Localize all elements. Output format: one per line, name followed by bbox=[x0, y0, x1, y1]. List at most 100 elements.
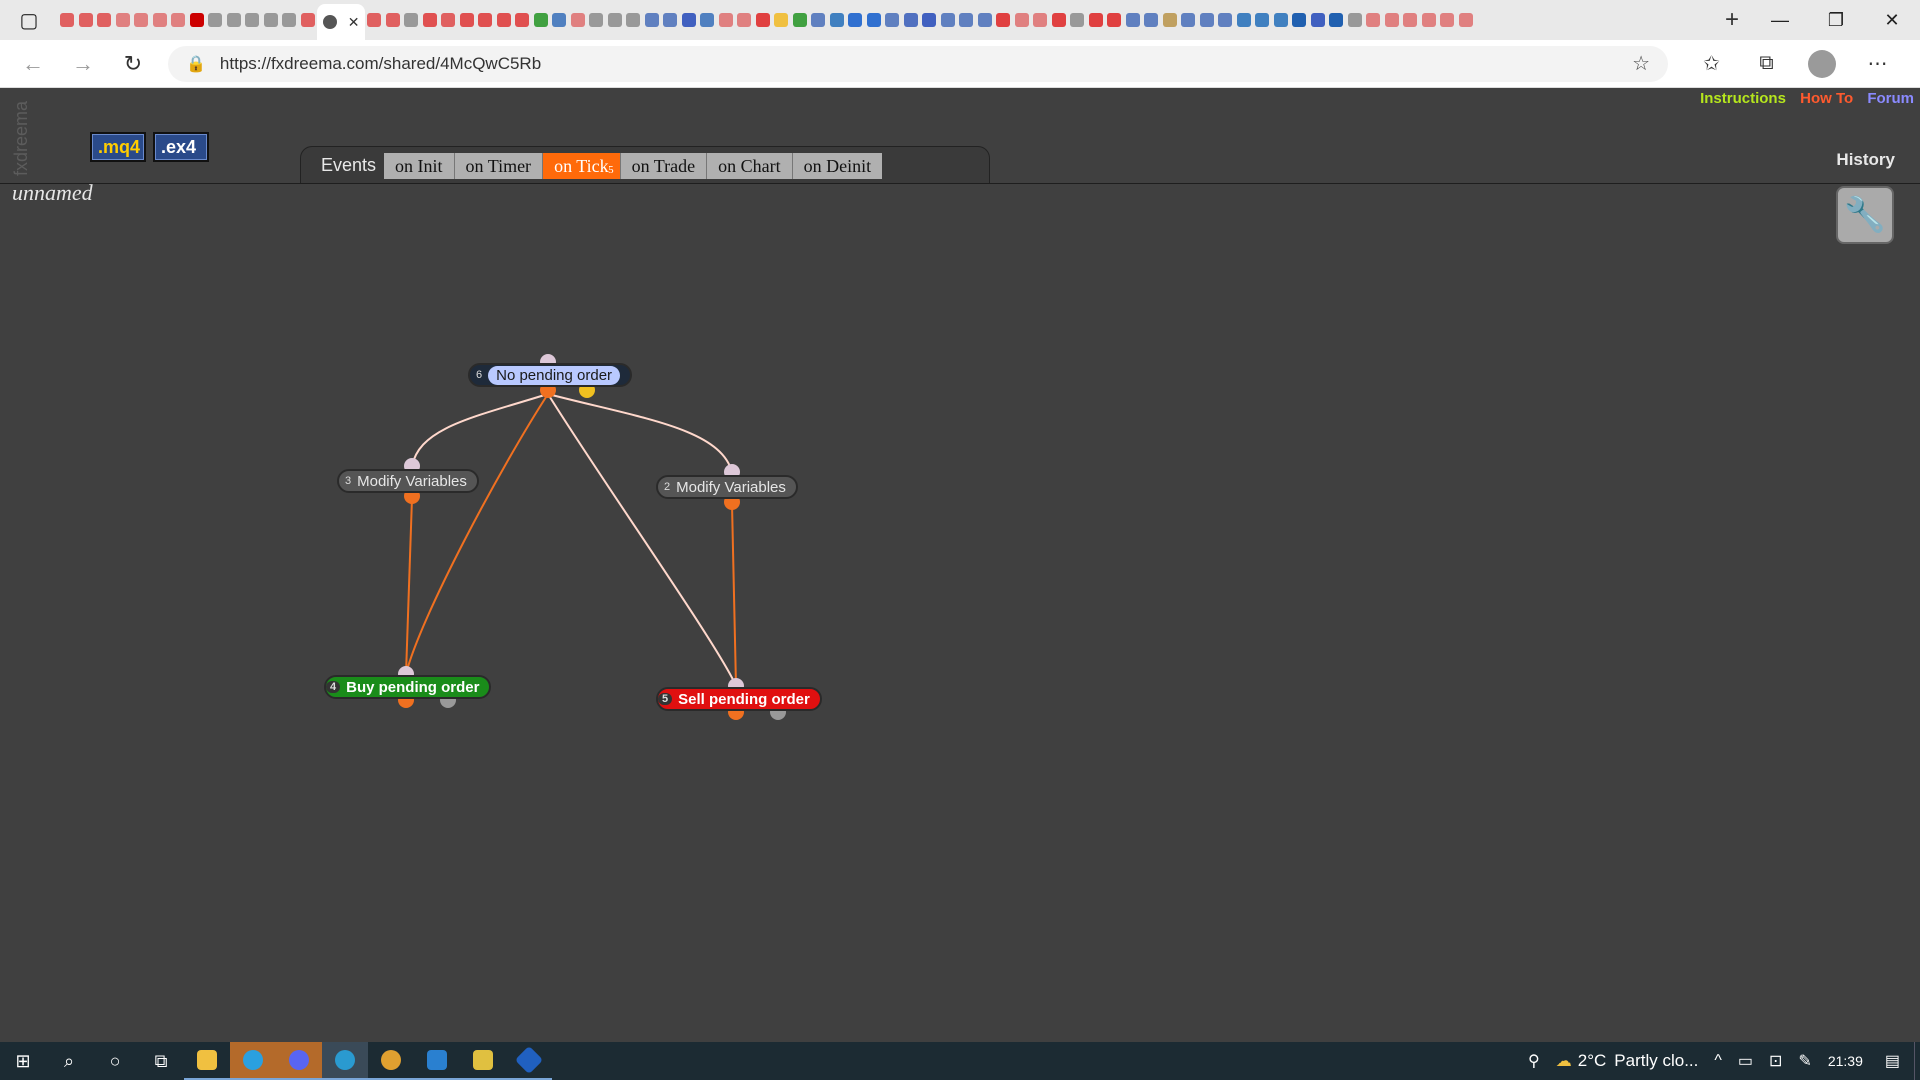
browser-tab[interactable] bbox=[1457, 5, 1476, 35]
meet-icon[interactable]: ▭ bbox=[1738, 1051, 1753, 1071]
browser-tab[interactable] bbox=[809, 5, 828, 35]
browser-tab[interactable] bbox=[169, 5, 188, 35]
more-menu-icon[interactable]: ⋯ bbox=[1850, 51, 1905, 76]
url-text[interactable]: https://fxdreema.com/shared/4McQwC5Rb bbox=[220, 54, 1632, 74]
browser-tab[interactable] bbox=[58, 5, 77, 35]
browser-tab[interactable] bbox=[772, 5, 791, 35]
browser-tab[interactable] bbox=[587, 5, 606, 35]
clock[interactable]: 21:39 bbox=[1828, 1053, 1863, 1069]
lock-icon[interactable]: 🔒 bbox=[186, 54, 206, 74]
browser-tab[interactable] bbox=[976, 5, 995, 35]
browser-tab[interactable] bbox=[439, 5, 458, 35]
browser-tab[interactable] bbox=[188, 5, 207, 35]
browser-tab[interactable] bbox=[206, 5, 225, 35]
search-icon[interactable]: ⌕ bbox=[46, 1042, 92, 1080]
browser-tab[interactable] bbox=[114, 5, 133, 35]
browser-tab[interactable] bbox=[1253, 5, 1272, 35]
browser-tab[interactable] bbox=[1364, 5, 1383, 35]
browser-tab[interactable] bbox=[402, 5, 421, 35]
collections-icon[interactable]: ⧉ bbox=[1739, 52, 1794, 75]
browser-tab[interactable] bbox=[735, 5, 754, 35]
browser-tab[interactable] bbox=[1290, 5, 1309, 35]
cortana-icon[interactable]: ○ bbox=[92, 1042, 138, 1080]
favorites-icon[interactable]: ✩ bbox=[1684, 51, 1739, 76]
discord-icon[interactable] bbox=[276, 1042, 322, 1080]
browser-tab[interactable] bbox=[532, 5, 551, 35]
browser-tab[interactable] bbox=[643, 5, 662, 35]
telegram-icon[interactable] bbox=[230, 1042, 276, 1080]
browser-tab[interactable] bbox=[865, 5, 884, 35]
browser-tab[interactable] bbox=[1420, 5, 1439, 35]
browser-tab[interactable] bbox=[680, 5, 699, 35]
forward-icon[interactable]: → bbox=[58, 51, 108, 77]
browser-tab[interactable] bbox=[1161, 5, 1180, 35]
browser-tab-active[interactable]: ✕ bbox=[317, 4, 365, 40]
browser-tab[interactable] bbox=[225, 5, 244, 35]
browser-tab[interactable] bbox=[1346, 5, 1365, 35]
close-window-icon[interactable]: ✕ bbox=[1864, 10, 1920, 31]
browser-tab[interactable] bbox=[1383, 5, 1402, 35]
browser-tab[interactable] bbox=[661, 5, 680, 35]
browser-tab[interactable] bbox=[77, 5, 96, 35]
browser-tab[interactable] bbox=[262, 5, 281, 35]
browser-tab[interactable] bbox=[1179, 5, 1198, 35]
browser-tab[interactable] bbox=[828, 5, 847, 35]
browser-tab[interactable] bbox=[513, 5, 532, 35]
weather-text[interactable]: Partly clo... bbox=[1614, 1051, 1698, 1071]
browser-tab[interactable] bbox=[1124, 5, 1143, 35]
browser-tab[interactable] bbox=[624, 5, 643, 35]
block-modify-variables-3[interactable]: 3 Modify Variables bbox=[337, 469, 479, 493]
browser-tab[interactable] bbox=[569, 5, 588, 35]
browser-tab[interactable] bbox=[476, 5, 495, 35]
browser-tab[interactable] bbox=[243, 5, 262, 35]
browser-tab[interactable] bbox=[95, 5, 114, 35]
file-explorer-icon[interactable] bbox=[184, 1042, 230, 1080]
profile-avatar[interactable] bbox=[1808, 49, 1836, 78]
block-modify-variables-2[interactable]: 2 Modify Variables bbox=[656, 475, 798, 499]
minimize-icon[interactable]: — bbox=[1752, 10, 1808, 31]
weather-temp[interactable]: 2°C bbox=[1578, 1051, 1607, 1071]
browser-tab[interactable] bbox=[606, 5, 625, 35]
browser-tab[interactable] bbox=[458, 5, 477, 35]
chevron-up-icon[interactable]: ^ bbox=[1714, 1052, 1722, 1070]
browser-tab[interactable] bbox=[957, 5, 976, 35]
app-icon[interactable] bbox=[460, 1042, 506, 1080]
browser-tab[interactable] bbox=[1272, 5, 1291, 35]
browser-tab[interactable] bbox=[1068, 5, 1087, 35]
mail-icon[interactable] bbox=[414, 1042, 460, 1080]
close-tab-icon[interactable]: ✕ bbox=[348, 14, 360, 31]
task-view-icon[interactable]: ⧉ bbox=[138, 1042, 184, 1080]
app-icon[interactable] bbox=[506, 1042, 552, 1080]
browser-tab[interactable] bbox=[280, 5, 299, 35]
browser-tab[interactable] bbox=[1050, 5, 1069, 35]
browser-tab[interactable] bbox=[939, 5, 958, 35]
edge-icon[interactable] bbox=[322, 1042, 368, 1080]
browser-tab[interactable] bbox=[365, 5, 384, 35]
browser-tab[interactable] bbox=[299, 5, 318, 35]
browser-tab[interactable] bbox=[495, 5, 514, 35]
browser-tab[interactable] bbox=[1438, 5, 1457, 35]
add-favorite-icon[interactable]: ☆ bbox=[1632, 51, 1650, 76]
browser-tab[interactable] bbox=[1013, 5, 1032, 35]
browser-tab[interactable] bbox=[1235, 5, 1254, 35]
browser-tab[interactable] bbox=[1105, 5, 1124, 35]
browser-tab[interactable] bbox=[902, 5, 921, 35]
browser-tab[interactable] bbox=[754, 5, 773, 35]
address-bar[interactable]: 🔒 https://fxdreema.com/shared/4McQwC5Rb … bbox=[168, 45, 1668, 82]
restore-icon[interactable]: ❐ bbox=[1808, 10, 1864, 31]
browser-tab[interactable] bbox=[1309, 5, 1328, 35]
notifications-icon[interactable]: ▤ bbox=[1885, 1051, 1900, 1071]
sidebar-toggle-icon[interactable]: ▢ bbox=[0, 0, 58, 40]
browser-tab[interactable] bbox=[994, 5, 1013, 35]
browser-tab[interactable] bbox=[132, 5, 151, 35]
browser-tab[interactable] bbox=[1142, 5, 1161, 35]
reload-icon[interactable]: ↻ bbox=[108, 51, 158, 77]
block-buy-pending-order[interactable]: 4 Buy pending order bbox=[324, 675, 492, 699]
block-sell-pending-order[interactable]: 5 Sell pending order bbox=[656, 687, 822, 711]
block-no-pending-order[interactable]: 6 No pending order bbox=[468, 363, 633, 387]
browser-tab[interactable] bbox=[846, 5, 865, 35]
weather-icon[interactable]: ☁ bbox=[1556, 1051, 1572, 1071]
back-icon[interactable]: ← bbox=[8, 51, 58, 77]
browser-tab[interactable] bbox=[920, 5, 939, 35]
browser-tab[interactable] bbox=[791, 5, 810, 35]
